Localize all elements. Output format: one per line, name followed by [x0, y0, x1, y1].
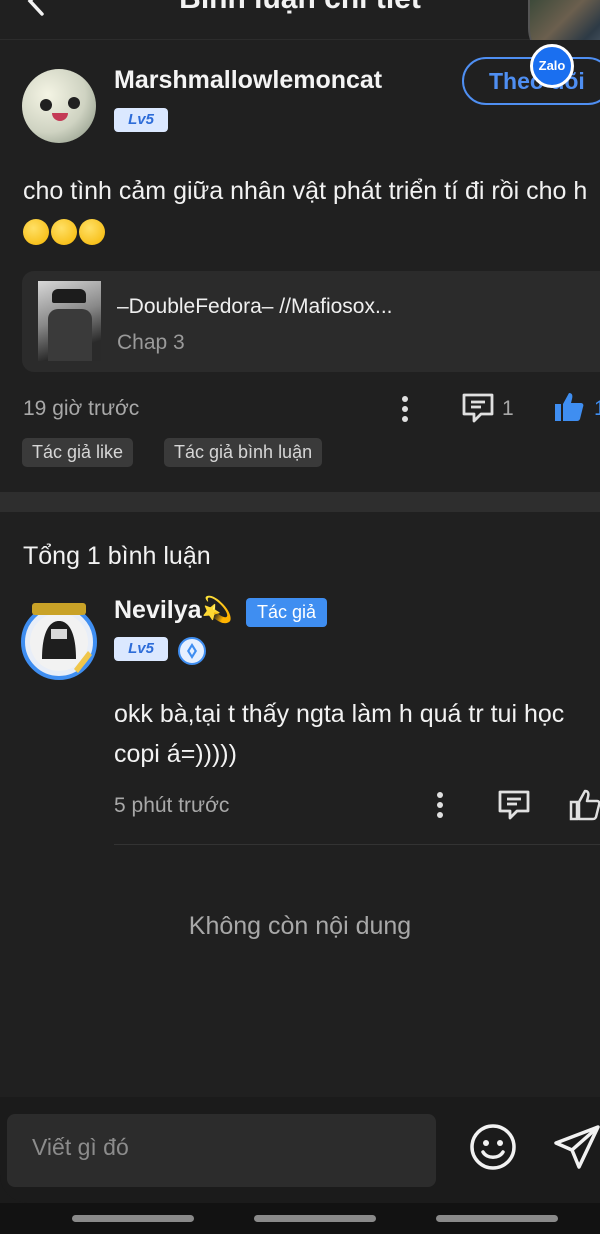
chapter-thumbnail [38, 281, 101, 361]
emoji-icon[interactable] [468, 1122, 518, 1172]
crying-face-icon [79, 219, 105, 245]
reply-count: 1 [502, 397, 514, 420]
worried-face-icon [23, 219, 49, 245]
level-badge: Lv5 [114, 108, 168, 132]
reply-icon[interactable] [497, 789, 531, 821]
crying-face-icon [51, 219, 77, 245]
zalo-icon[interactable]: Zalo [530, 44, 574, 88]
main-comment: Marshmallowlemoncat Lv5 Theo dõi Zalo ch… [0, 40, 600, 492]
end-of-list-text: Không còn nội dung [188, 912, 412, 940]
replies-section: Tổng 1 bình luận Nevilya💫 Tác giả Lv5 ok… [0, 512, 600, 1097]
send-icon[interactable] [552, 1123, 600, 1171]
comment-time: 19 giờ trước [23, 397, 140, 420]
author-badge: Tác giả [246, 598, 327, 627]
more-options-icon[interactable] [396, 394, 414, 424]
comment-input[interactable]: Viết gì đó [7, 1114, 436, 1187]
reply-icon[interactable] [461, 392, 495, 424]
tag-author-like: Tác giả like [22, 438, 134, 467]
section-divider [0, 492, 600, 512]
thumbs-up-icon[interactable] [552, 390, 586, 424]
divider [114, 844, 600, 845]
thumbs-up-outline-icon[interactable] [568, 788, 600, 822]
page-title: Bình luận chi tiết [0, 0, 600, 16]
avatar[interactable] [18, 599, 100, 681]
like-count: 1 [594, 397, 600, 420]
reply-time: 5 phút trước [114, 794, 230, 817]
top-bar: Bình luận chi tiết [0, 0, 600, 40]
chapter-title: –DoubleFedora– //Mafiosox... [117, 295, 393, 318]
system-nav-bar [0, 1203, 600, 1234]
replies-total: Tổng 1 bình luận [23, 542, 211, 570]
reply-text: okk bà,tại t thấy ngta làm h quá tr tui … [114, 700, 565, 768]
username[interactable]: Marshmallowlemoncat [114, 66, 382, 95]
chapter-card[interactable]: –DoubleFedora– //Mafiosox... Chap 3 [22, 271, 600, 372]
tag-author-comment: Tác giả bình luận [164, 438, 323, 467]
nav-recents-handle[interactable] [72, 1215, 194, 1222]
comment-input-bar: Viết gì đó [0, 1097, 600, 1203]
avatar[interactable] [22, 69, 96, 143]
reply-username[interactable]: Nevilya💫 [114, 596, 233, 625]
nav-home-handle[interactable] [254, 1215, 376, 1222]
diamond-badge-icon [178, 637, 206, 665]
nav-back-handle[interactable] [436, 1215, 558, 1222]
level-badge: Lv5 [114, 637, 168, 661]
comment-text: cho tình cảm giữa nhân vật phát triển tí… [23, 177, 588, 205]
comment-body: cho tình cảm giữa nhân vật phát triển tí… [23, 170, 595, 254]
more-options-icon[interactable] [431, 790, 449, 820]
chapter-number: Chap 3 [117, 331, 185, 354]
